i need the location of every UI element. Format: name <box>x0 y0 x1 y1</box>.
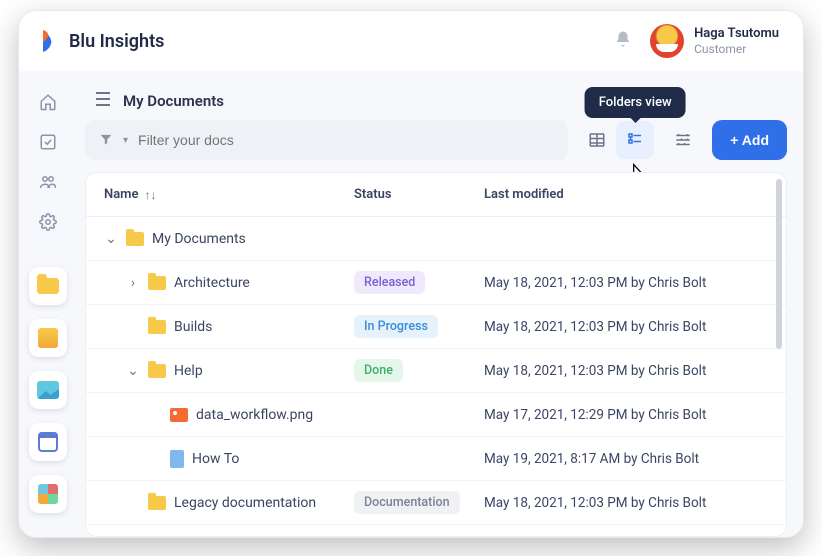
expand-caret-icon[interactable]: › <box>126 275 140 291</box>
table-row[interactable]: › Architecture Released May 18, 2021, 12:03… <box>86 261 786 305</box>
scrollbar[interactable] <box>776 179 782 349</box>
status-badge: Documentation <box>354 491 460 514</box>
row-modified: May 18, 2021, 12:03 PM by Chris Bolt <box>484 319 768 335</box>
table-row[interactable]: ⌄ Help Done May 18, 2021, 12:03 PM by Chris… <box>86 349 786 393</box>
expand-caret-icon[interactable]: ⌄ <box>126 363 140 379</box>
user-name: Haga Tsutomu <box>694 26 779 42</box>
nav-tile-grid[interactable] <box>29 475 67 513</box>
row-modified: May 18, 2021, 12:03 PM by Chris Bolt <box>484 275 768 291</box>
image-icon <box>170 408 188 422</box>
row-name: How To <box>192 451 239 467</box>
document-icon <box>170 450 184 468</box>
nav-tile-image[interactable] <box>29 371 67 409</box>
table-row[interactable]: Builds In Progress May 18, 2021, 12:03 PM … <box>86 305 786 349</box>
status-badge: Released <box>354 271 425 294</box>
nav-tile-notes[interactable] <box>29 319 67 357</box>
status-badge: In Progress <box>354 315 438 338</box>
tooltip-folders-view: Folders view <box>585 87 686 118</box>
col-status-header[interactable]: Status <box>354 187 484 202</box>
row-modified: May 18, 2021, 12:03 PM by Chris Bolt <box>484 363 768 379</box>
table-row[interactable]: Legacy documentation Documentation May 18,… <box>86 481 786 525</box>
row-modified: May 19, 2021, 8:17 AM by Chris Bolt <box>484 451 768 467</box>
view-settings-button[interactable] <box>664 121 702 159</box>
nav-people-icon[interactable] <box>31 165 65 199</box>
expand-caret-icon[interactable]: ⌄ <box>104 231 118 247</box>
row-modified: May 18, 2021, 12:03 PM by Chris Bolt <box>484 495 768 511</box>
table-row[interactable]: How To May 19, 2021, 8:17 AM by Chris Bol… <box>86 437 786 481</box>
view-folders-button[interactable]: Folders view <box>616 121 654 159</box>
filter-icon <box>99 131 113 150</box>
brand-logo-icon <box>39 28 59 54</box>
col-name-header[interactable]: Name ↑↓ <box>104 187 354 202</box>
folder-icon <box>148 320 166 334</box>
row-name: Architecture <box>174 275 250 291</box>
filter-input[interactable] <box>138 132 554 148</box>
add-button[interactable]: + Add <box>712 120 787 160</box>
row-name: data_workflow.png <box>196 407 313 423</box>
folder-icon <box>148 496 166 510</box>
nav-tile-calendar[interactable] <box>29 423 67 461</box>
page-title: My Documents <box>123 92 224 110</box>
folder-icon <box>148 276 166 290</box>
row-name: Legacy documentation <box>174 495 316 511</box>
col-modified-header[interactable]: Last modified <box>484 187 768 202</box>
view-table-button[interactable] <box>578 121 616 159</box>
brand-name: Blu Insights <box>69 31 164 52</box>
nav-settings-icon[interactable] <box>31 205 65 239</box>
row-name: My Documents <box>152 231 246 247</box>
filter-box[interactable]: ▾ <box>85 120 568 160</box>
chevron-down-icon: ▾ <box>123 135 128 146</box>
folder-icon <box>126 232 144 246</box>
user-role: Customer <box>694 42 779 56</box>
table-row[interactable]: ⌄ My Documents <box>86 217 786 261</box>
notifications-icon[interactable] <box>614 30 632 52</box>
avatar[interactable] <box>650 24 684 58</box>
table-row[interactable]: data_workflow.png May 17, 2021, 12:29 PM … <box>86 393 786 437</box>
nav-tasks-icon[interactable] <box>31 125 65 159</box>
nav-home-icon[interactable] <box>31 85 65 119</box>
nav-tile-folder[interactable] <box>29 267 67 305</box>
row-name: Builds <box>174 319 212 335</box>
menu-icon[interactable] <box>95 91 111 110</box>
sort-icon: ↑↓ <box>144 188 156 202</box>
row-modified: May 17, 2021, 12:29 PM by Chris Bolt <box>484 407 768 423</box>
status-badge: Done <box>354 359 403 382</box>
folder-icon <box>148 364 166 378</box>
row-name: Help <box>174 363 203 379</box>
